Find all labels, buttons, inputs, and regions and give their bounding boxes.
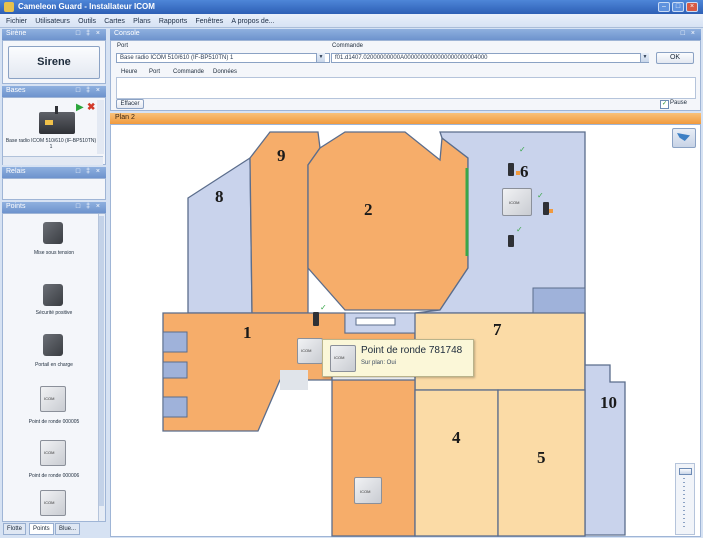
room-label-2: 2 [364,200,373,219]
stair-block [280,370,308,390]
room-label-10: 10 [600,393,617,412]
tooltip-title: Point de ronde 781748 [361,345,463,356]
map-navigation-icon[interactable] [672,128,696,148]
zoom-handle[interactable] [679,468,692,475]
closet [162,396,188,418]
radio-handset-icon[interactable] [313,312,319,326]
point-de-ronde-marker[interactable]: ICOM [354,477,382,504]
device-label: ICOM [301,348,312,353]
radio-handset-icon[interactable] [508,163,514,176]
closet [162,331,188,353]
room-label-6: 6 [520,162,529,181]
room-label-4: 4 [452,428,461,447]
device-label: ICOM [334,355,345,360]
point-de-ronde-marker[interactable]: ICOM [502,188,532,216]
room-6-annex[interactable] [532,287,586,314]
room-4[interactable] [414,389,499,537]
radio-led-icon [516,171,520,175]
point-de-ronde-marker[interactable]: ICOM [297,338,323,364]
corridor-notch [355,317,396,326]
zoom-track [683,470,685,528]
tooltip-device-icon: ICOM [330,345,356,372]
check-icon: ✓ [320,303,327,312]
device-label: ICOM [360,489,371,494]
radio-led-icon [549,209,553,213]
room-label-1: 1 [243,323,252,342]
floor-plan-drawing [162,131,626,537]
tooltip-subtitle: Sur plan: Oui [361,360,397,366]
closet [162,361,188,379]
room-9[interactable] [187,156,253,314]
radio-handset-icon[interactable] [508,235,514,247]
device-label: ICOM [509,200,520,205]
room-2[interactable] [307,131,469,311]
room-label-5: 5 [537,448,546,467]
room-10[interactable] [584,313,626,536]
check-icon: ✓ [519,145,526,154]
zoom-slider[interactable] [675,463,695,535]
map-shape-icon [677,133,690,141]
check-icon: ✓ [537,191,544,200]
room-label-8: 9 [277,146,286,165]
point-tooltip: ICOM Point de ronde 781748 Sur plan: Oui [322,339,474,377]
room-bottom-left[interactable] [331,379,416,537]
check-icon: ✓ [516,225,523,234]
room-label-9: 8 [215,187,224,206]
room-label-7: 7 [493,320,502,339]
